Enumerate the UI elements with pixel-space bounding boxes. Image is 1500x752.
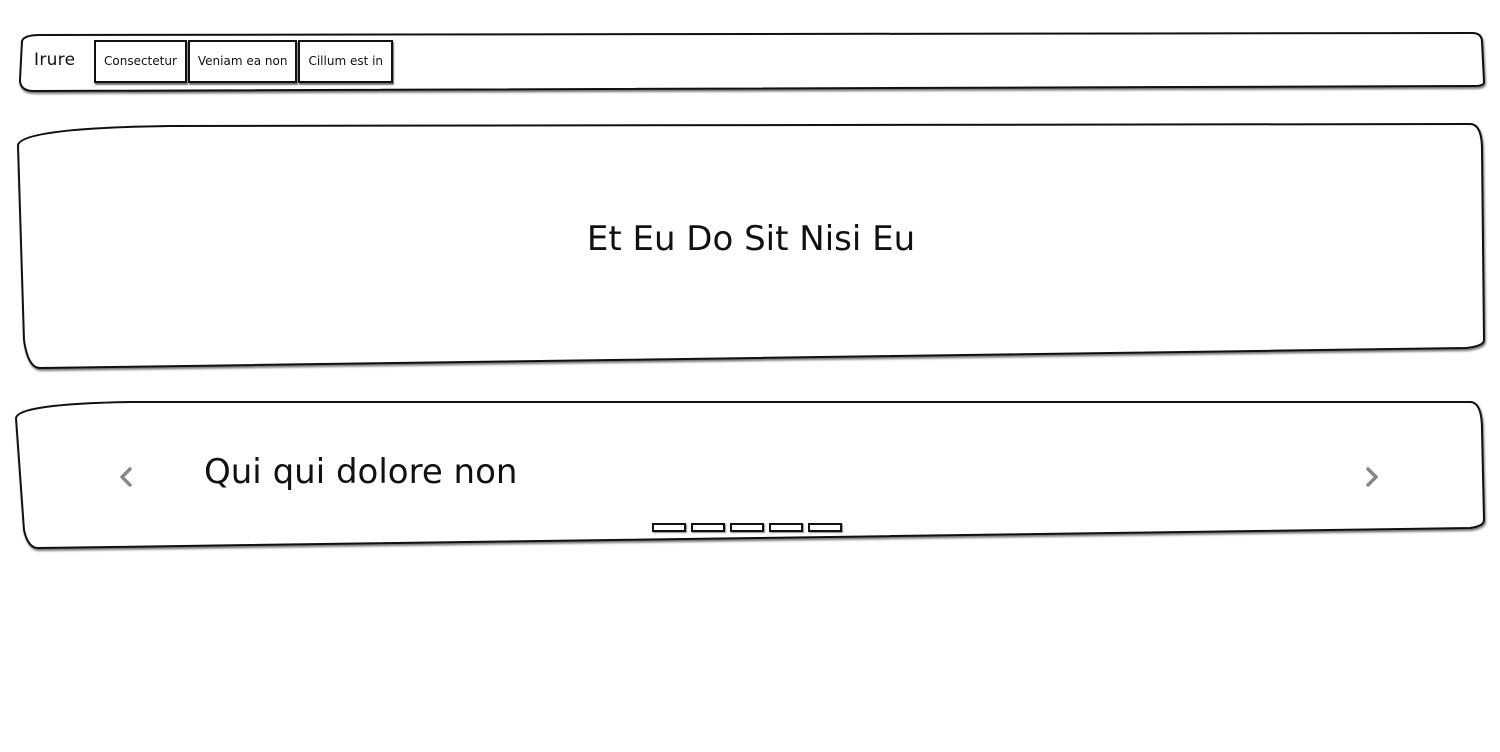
carousel-indicator[interactable] xyxy=(691,523,725,532)
carousel: Qui qui dolore non xyxy=(16,402,1484,548)
chevron-right-icon xyxy=(1366,467,1378,487)
carousel-indicator[interactable] xyxy=(652,523,686,532)
navbar: Irure Consectetur Veniam ea non Cillum e… xyxy=(18,33,1484,91)
chevron-left-icon xyxy=(120,467,132,487)
sketch-outlines xyxy=(15,32,1485,549)
carousel-caption: Qui qui dolore non xyxy=(204,452,518,492)
carousel-prev-button[interactable] xyxy=(116,464,136,490)
carousel-indicators xyxy=(652,523,847,532)
carousel-indicator[interactable] xyxy=(730,523,764,532)
hero-banner: Et Eu Do Sit Nisi Eu xyxy=(18,125,1484,367)
carousel-indicator[interactable] xyxy=(808,523,842,532)
nav-item-cillum-est-in[interactable]: Cillum est in xyxy=(298,40,394,83)
carousel-next-button[interactable] xyxy=(1362,464,1382,490)
hero-title: Et Eu Do Sit Nisi Eu xyxy=(586,219,916,259)
navbar-brand[interactable]: Irure xyxy=(34,50,75,70)
nav-item-consectetur[interactable]: Consectetur xyxy=(94,40,187,83)
nav-item-veniam-ea-non[interactable]: Veniam ea non xyxy=(187,40,298,83)
nav-items: Consectetur Veniam ea non Cillum est in xyxy=(94,40,394,83)
carousel-indicator[interactable] xyxy=(769,523,803,532)
